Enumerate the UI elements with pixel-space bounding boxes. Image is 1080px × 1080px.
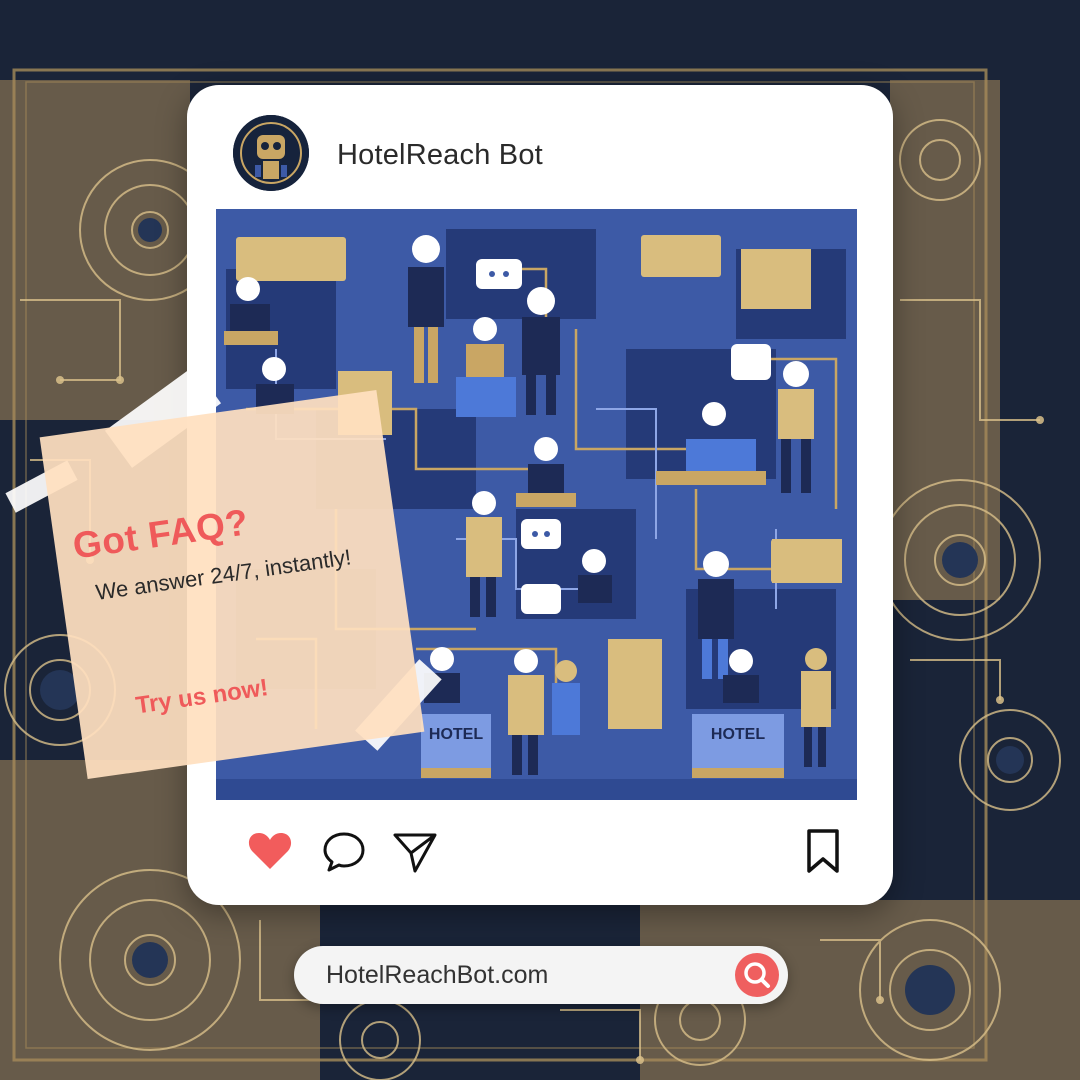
comment-icon[interactable] [320,827,368,875]
search-button[interactable] [735,953,779,997]
bookmark-icon[interactable] [799,827,847,875]
send-icon[interactable] [391,827,439,875]
url-search-bar[interactable]: HotelReachBot.com [294,946,788,1004]
hotel-sign-right: HOTEL [711,726,765,743]
avatar[interactable] [233,115,309,191]
heart-icon[interactable] [246,827,294,875]
search-url[interactable]: HotelReachBot.com [326,946,548,1004]
account-name[interactable]: HotelReach Bot [337,135,543,175]
hotel-sign-left: HOTEL [429,726,483,743]
search-icon [744,962,770,988]
robot-avatar-icon [233,115,309,191]
promo-sticky-note: Got FAQ? We answer 24/7, instantly! Try … [5,366,442,779]
